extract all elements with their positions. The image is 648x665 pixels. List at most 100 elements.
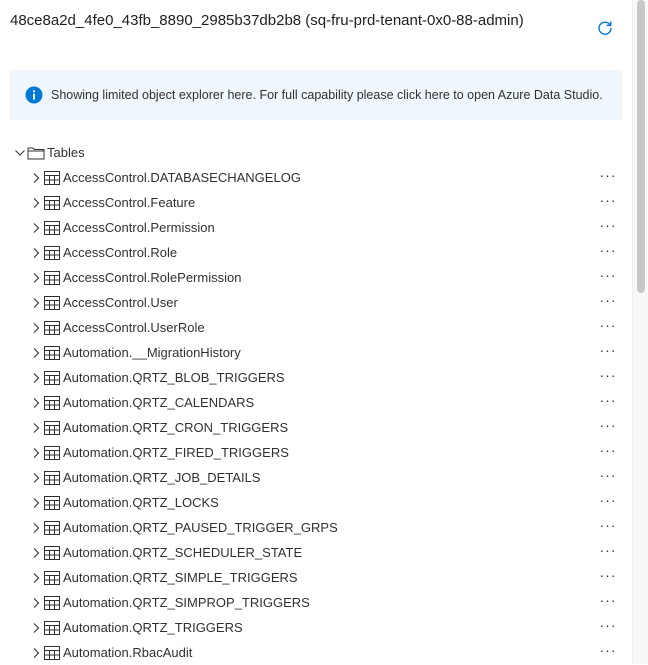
more-actions-button[interactable]: ··· — [596, 392, 620, 412]
table-icon — [44, 221, 60, 235]
table-row[interactable]: Automation.QRTZ_SCHEDULER_STATE ··· — [0, 540, 632, 565]
table-name: Automation.QRTZ_CRON_TRIGGERS — [63, 420, 289, 435]
tree-node-tables[interactable]: Tables — [0, 140, 632, 165]
table-row[interactable]: AccessControl.RolePermission ··· — [0, 265, 632, 290]
more-actions-button[interactable]: ··· — [596, 317, 620, 337]
table-row[interactable]: Automation.QRTZ_JOB_DETAILS ··· — [0, 465, 632, 490]
refresh-button[interactable] — [594, 17, 616, 39]
table-row[interactable]: AccessControl.Permission ··· — [0, 215, 632, 240]
table-row[interactable]: Automation.QRTZ_CRON_TRIGGERS ··· — [0, 415, 632, 440]
chevron-right-icon[interactable] — [29, 171, 43, 185]
table-row[interactable]: AccessControl.UserRole ··· — [0, 315, 632, 340]
more-actions-button[interactable]: ··· — [596, 642, 620, 662]
more-actions-button[interactable]: ··· — [596, 267, 620, 287]
more-actions-button[interactable]: ··· — [596, 417, 620, 437]
table-row[interactable]: Automation.RbacAudit ··· — [0, 640, 632, 665]
table-icon — [44, 546, 60, 560]
table-row[interactable]: Automation.QRTZ_TRIGGERS ··· — [0, 615, 632, 640]
table-row[interactable]: AccessControl.Feature ··· — [0, 190, 632, 215]
table-name: Automation.QRTZ_SIMPLE_TRIGGERS — [63, 570, 298, 585]
table-icon — [44, 271, 60, 285]
table-row[interactable]: Automation.QRTZ_SIMPROP_TRIGGERS ··· — [0, 590, 632, 615]
table-icon — [44, 171, 60, 185]
table-row[interactable]: AccessControl.DATABASECHANGELOG ··· — [0, 165, 632, 190]
table-icon — [44, 621, 60, 635]
table-name: AccessControl.Feature — [63, 195, 196, 210]
more-actions-button[interactable]: ··· — [596, 192, 620, 212]
table-icon — [44, 196, 60, 210]
tree-node-label: Tables — [47, 145, 85, 160]
table-icon — [44, 596, 60, 610]
table-name: AccessControl.UserRole — [63, 320, 205, 335]
chevron-right-icon[interactable] — [29, 496, 43, 510]
table-icon — [44, 246, 60, 260]
scrollbar[interactable] — [632, 0, 648, 664]
table-row[interactable]: Automation.QRTZ_PAUSED_TRIGGER_GRPS ··· — [0, 515, 632, 540]
table-row[interactable]: Automation.QRTZ_SIMPLE_TRIGGERS ··· — [0, 565, 632, 590]
table-name: Automation.QRTZ_TRIGGERS — [63, 620, 243, 635]
table-row[interactable]: Automation.QRTZ_LOCKS ··· — [0, 490, 632, 515]
table-icon — [44, 321, 60, 335]
more-actions-button[interactable]: ··· — [596, 542, 620, 562]
chevron-right-icon[interactable] — [29, 321, 43, 335]
table-row[interactable]: AccessControl.Role ··· — [0, 240, 632, 265]
chevron-right-icon[interactable] — [29, 346, 43, 360]
table-name: Automation.QRTZ_PAUSED_TRIGGER_GRPS — [63, 520, 338, 535]
chevron-right-icon[interactable] — [29, 421, 43, 435]
info-banner-text[interactable]: Showing limited object explorer here. Fo… — [51, 88, 603, 102]
table-name: Automation.QRTZ_JOB_DETAILS — [63, 470, 261, 485]
more-actions-button[interactable]: ··· — [596, 292, 620, 312]
chevron-right-icon[interactable] — [29, 371, 43, 385]
table-name: Automation.QRTZ_FIRED_TRIGGERS — [63, 445, 289, 460]
chevron-right-icon[interactable] — [29, 271, 43, 285]
refresh-icon — [598, 21, 612, 35]
more-actions-button[interactable]: ··· — [596, 442, 620, 462]
more-actions-button[interactable]: ··· — [596, 492, 620, 512]
table-name: AccessControl.RolePermission — [63, 270, 242, 285]
table-name: AccessControl.User — [63, 295, 178, 310]
table-row[interactable]: Automation.QRTZ_BLOB_TRIGGERS ··· — [0, 365, 632, 390]
chevron-right-icon[interactable] — [29, 446, 43, 460]
chevron-right-icon[interactable] — [29, 596, 43, 610]
more-actions-button[interactable]: ··· — [596, 367, 620, 387]
more-actions-button[interactable]: ··· — [596, 517, 620, 537]
table-icon — [44, 421, 60, 435]
more-actions-button[interactable]: ··· — [596, 342, 620, 362]
chevron-right-icon[interactable] — [29, 571, 43, 585]
table-name: Automation.QRTZ_SIMPROP_TRIGGERS — [63, 595, 310, 610]
header: 48ce8a2d_4fe0_43fb_8890_2985b37db2b8 (sq… — [0, 0, 632, 60]
info-icon — [25, 86, 43, 104]
chevron-right-icon[interactable] — [29, 471, 43, 485]
table-name: AccessControl.DATABASECHANGELOG — [63, 170, 301, 185]
table-name: Automation.QRTZ_CALENDARS — [63, 395, 255, 410]
more-actions-button[interactable]: ··· — [596, 242, 620, 262]
more-actions-button[interactable]: ··· — [596, 617, 620, 637]
table-icon — [44, 296, 60, 310]
table-icon — [44, 571, 60, 585]
scrollbar-thumb[interactable] — [637, 0, 645, 293]
more-actions-button[interactable]: ··· — [596, 592, 620, 612]
chevron-right-icon[interactable] — [29, 621, 43, 635]
table-icon — [44, 396, 60, 410]
table-icon — [44, 346, 60, 360]
table-name: Automation.QRTZ_SCHEDULER_STATE — [63, 545, 303, 560]
table-row[interactable]: Automation.QRTZ_FIRED_TRIGGERS ··· — [0, 440, 632, 465]
chevron-right-icon[interactable] — [29, 546, 43, 560]
more-actions-button[interactable]: ··· — [596, 217, 620, 237]
chevron-right-icon[interactable] — [29, 646, 43, 660]
chevron-right-icon[interactable] — [29, 246, 43, 260]
chevron-right-icon[interactable] — [29, 521, 43, 535]
more-actions-button[interactable]: ··· — [596, 567, 620, 587]
chevron-down-icon[interactable] — [13, 146, 27, 160]
table-row[interactable]: Automation.__MigrationHistory ··· — [0, 340, 632, 365]
info-banner[interactable]: Showing limited object explorer here. Fo… — [10, 70, 622, 120]
table-row[interactable]: Automation.QRTZ_CALENDARS ··· — [0, 390, 632, 415]
table-row[interactable]: AccessControl.User ··· — [0, 290, 632, 315]
chevron-right-icon[interactable] — [29, 396, 43, 410]
chevron-right-icon[interactable] — [29, 296, 43, 310]
chevron-right-icon[interactable] — [29, 196, 43, 210]
chevron-right-icon[interactable] — [29, 221, 43, 235]
more-actions-button[interactable]: ··· — [596, 167, 620, 187]
more-actions-button[interactable]: ··· — [596, 467, 620, 487]
table-icon — [44, 471, 60, 485]
